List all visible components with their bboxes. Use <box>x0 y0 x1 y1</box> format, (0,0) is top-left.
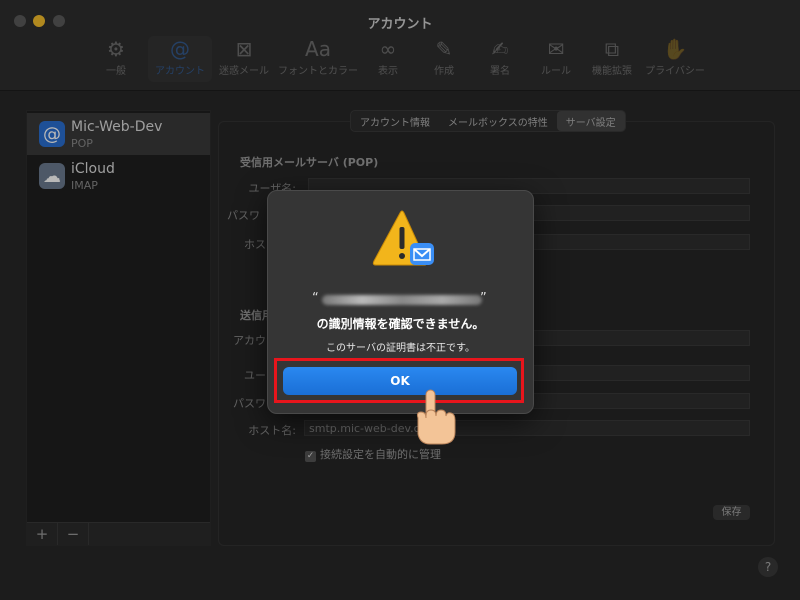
certificate-alert-dialog: “ ” の識別情報を確認できません。 このサーバの証明書は不正です。 OK <box>267 190 534 414</box>
dialog-title: の識別情報を確認できません。 <box>316 317 485 331</box>
ok-button[interactable]: OK <box>283 367 517 395</box>
quote-open: “ <box>312 291 319 306</box>
redacted-server-name <box>322 295 482 305</box>
warning-icon <box>372 210 434 266</box>
dialog-message: このサーバの証明書は不正です。 <box>326 343 475 354</box>
quote-close: ” <box>480 291 487 306</box>
pointing-hand-icon <box>416 389 456 445</box>
